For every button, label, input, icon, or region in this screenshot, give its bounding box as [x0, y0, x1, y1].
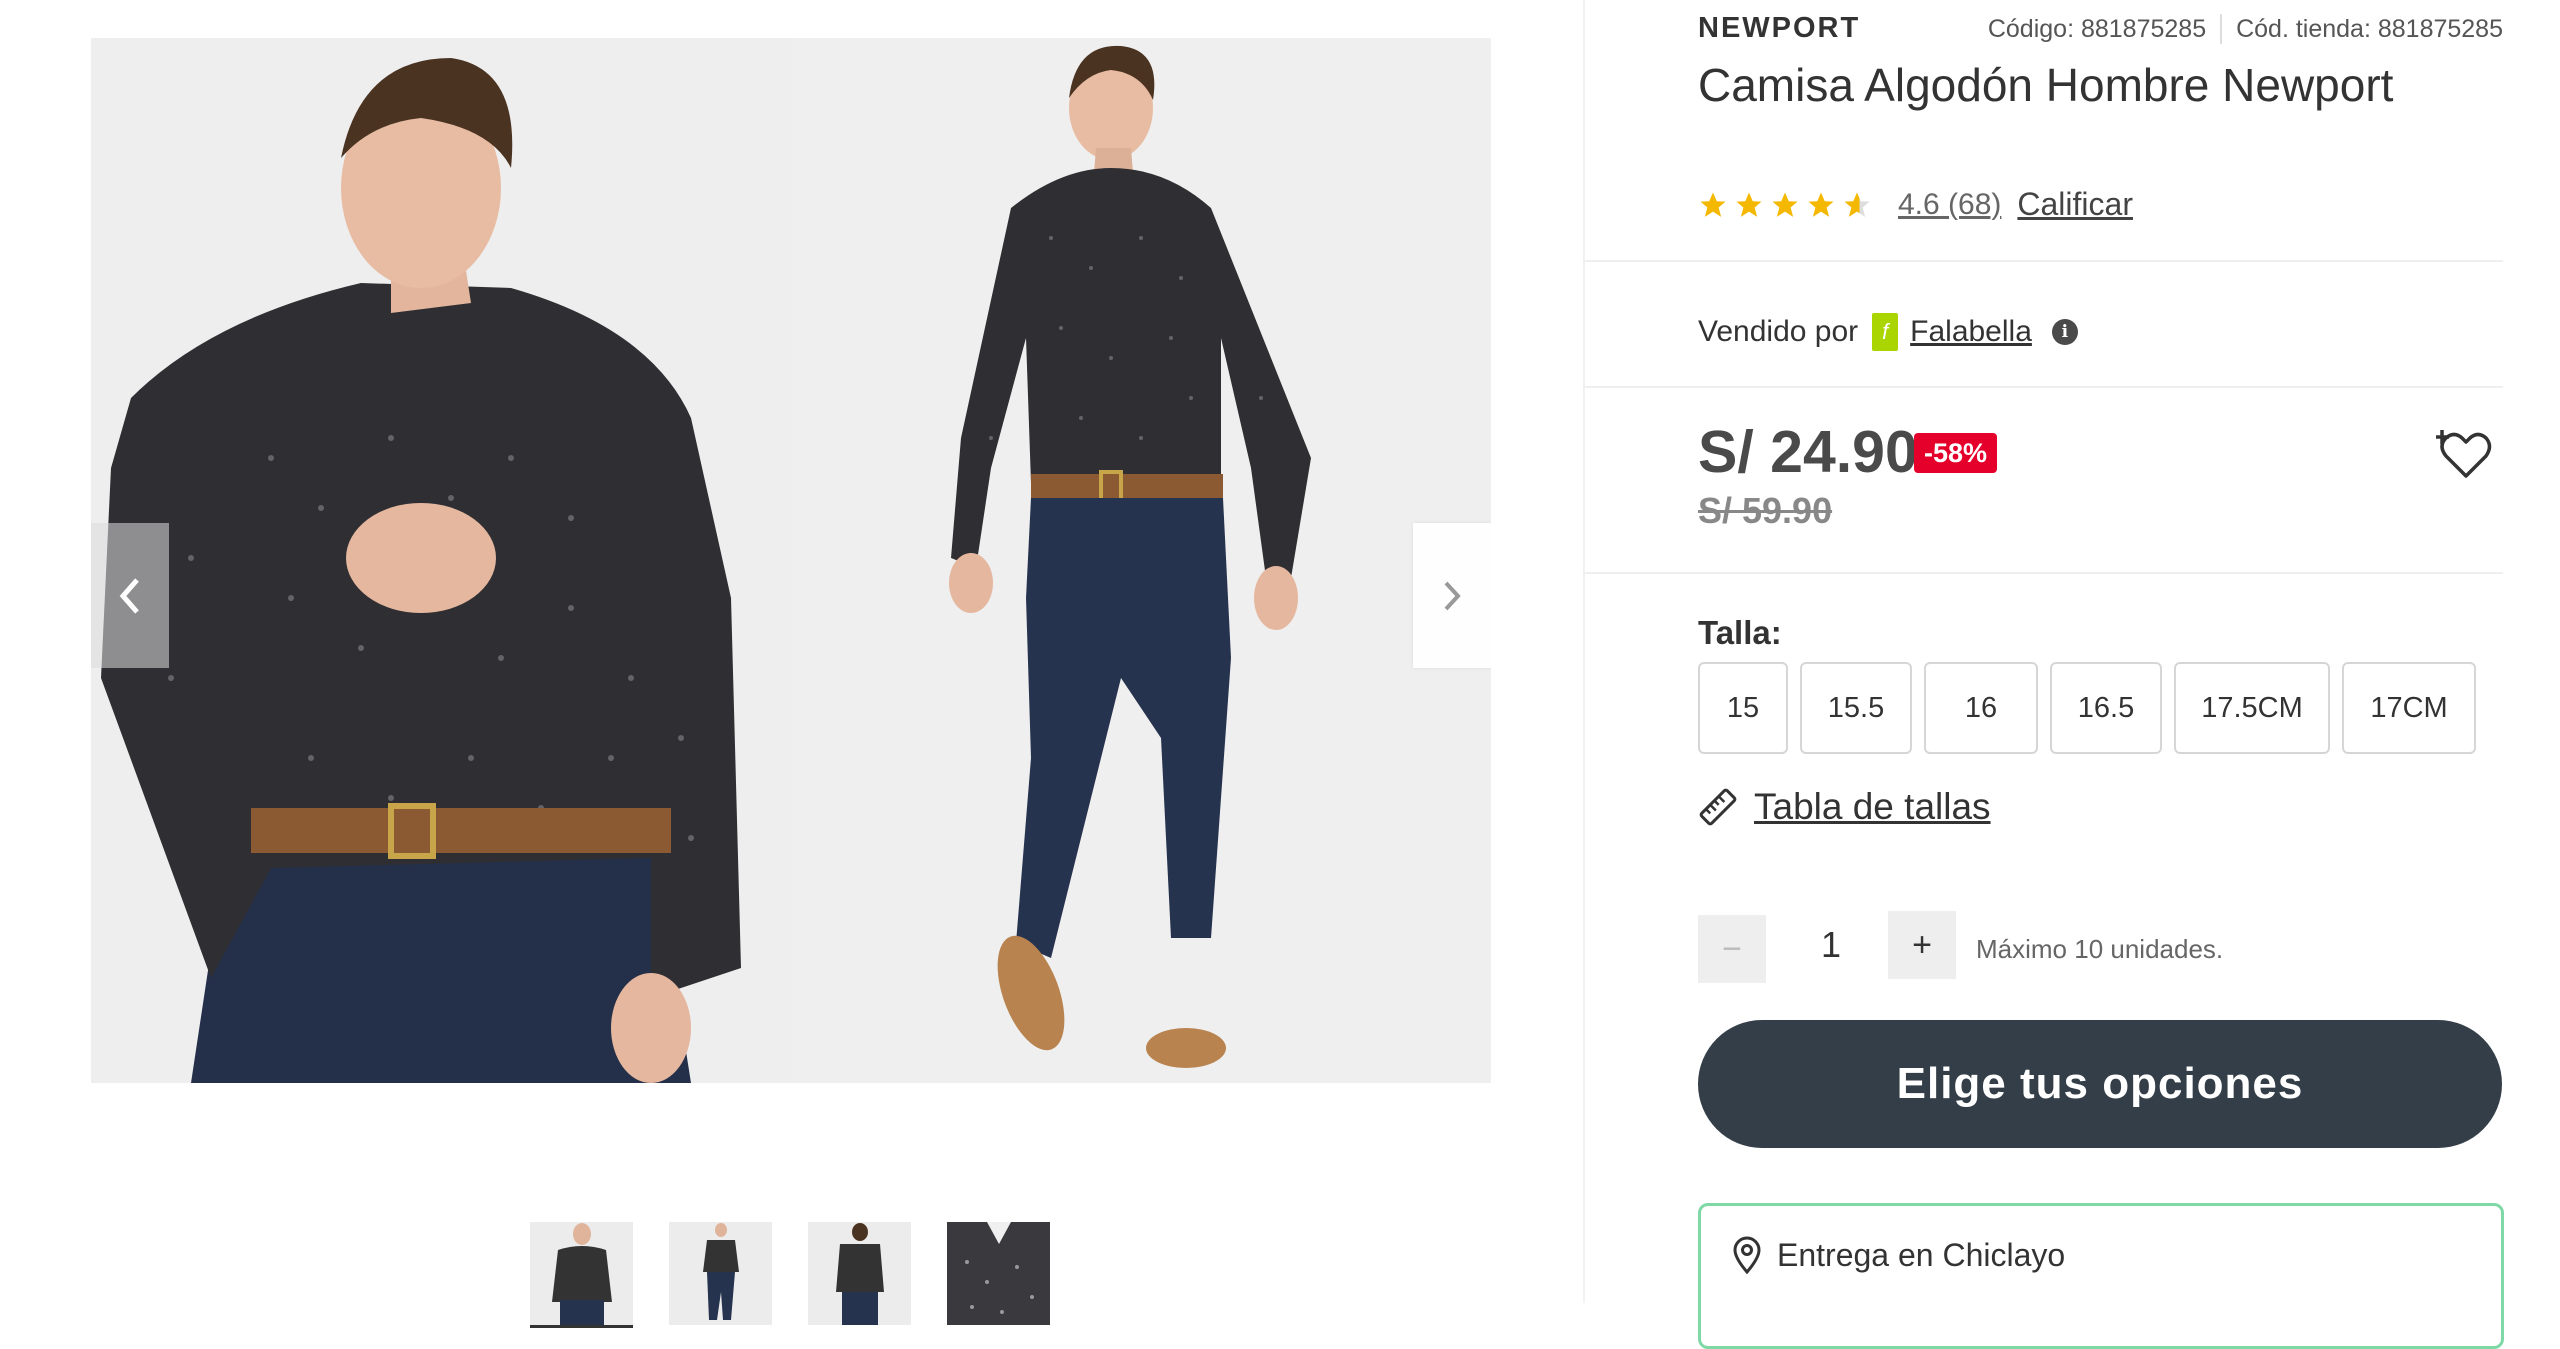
- section-divider: [1583, 572, 2503, 574]
- chevron-right-icon: [1444, 581, 1461, 610]
- brand-name[interactable]: NEWPORT: [1698, 12, 1860, 45]
- product-title: Camisa Algodón Hombre Newport: [1698, 59, 2394, 111]
- product-code: Código: 881875285: [1987, 14, 2207, 43]
- size-options: 15 15.5 16 16.5 17.5CM 17CM: [1698, 662, 2476, 754]
- thumbnail-3[interactable]: [808, 1222, 911, 1325]
- location-pin-icon: [1733, 1236, 1761, 1274]
- section-divider: [1583, 386, 2503, 388]
- product-rating: 4.6 (68) Calificar: [1698, 186, 2133, 223]
- thumbnail-4[interactable]: [947, 1222, 1050, 1325]
- thumbnail-strip: [530, 1222, 1050, 1328]
- star-icon: [1736, 192, 1762, 217]
- size-label: Talla:: [1698, 614, 1782, 651]
- star-icon: [1700, 192, 1726, 217]
- product-photo-closeup: [91, 38, 791, 1083]
- gallery-next-button[interactable]: [1413, 523, 1491, 668]
- quantity-value[interactable]: 1: [1806, 924, 1856, 966]
- seller-name-link[interactable]: Falabella: [1910, 315, 2032, 349]
- size-option[interactable]: 15: [1698, 662, 1788, 754]
- size-option[interactable]: 15.5: [1800, 662, 1912, 754]
- delivery-box: Entrega en Chiclayo: [1698, 1203, 2504, 1349]
- size-option[interactable]: 17CM: [2342, 662, 2476, 754]
- original-price: S/ 59.90: [1698, 490, 1833, 531]
- choose-options-button[interactable]: Elige tus opciones: [1698, 1020, 2502, 1148]
- quantity-increase-button[interactable]: +: [1888, 911, 1956, 979]
- delivery-location-label: Entrega en Chiclayo: [1777, 1236, 2066, 1273]
- discount-badge: -58%: [1914, 433, 1998, 473]
- panel-divider: [1583, 0, 1585, 1303]
- size-option[interactable]: 16.5: [2050, 662, 2162, 754]
- quantity-max-note: Máximo 10 unidades.: [1976, 934, 2224, 964]
- add-to-wishlist-button[interactable]: [2435, 428, 2492, 485]
- rating-reviews-link[interactable]: 4.6 (68): [1898, 188, 2001, 222]
- size-chart-link[interactable]: Tabla de tallas: [1698, 786, 1991, 828]
- star-icon: [1772, 192, 1798, 217]
- section-divider: [1583, 260, 2503, 262]
- falabella-logo-icon: f: [1872, 313, 1899, 351]
- ruler-icon: [1699, 788, 1737, 826]
- heart-plus-icon: [2435, 430, 2492, 478]
- info-icon[interactable]: i: [2051, 319, 2078, 345]
- thumbnail-1[interactable]: [530, 1222, 633, 1328]
- seller-info: Vendido por f Falabella i: [1698, 313, 2078, 351]
- product-image-gallery[interactable]: [91, 38, 1491, 1083]
- rating-stars: [1698, 190, 1872, 220]
- star-icon: [1808, 192, 1834, 217]
- product-codes: Código: 881875285 Cód. tienda: 881875285: [1988, 14, 2503, 44]
- rate-product-link[interactable]: Calificar: [2017, 186, 2133, 223]
- store-code: Cód. tienda: 881875285: [2236, 14, 2503, 43]
- current-price: S/ 24.90: [1698, 419, 1918, 485]
- quantity-decrease-button[interactable]: −: [1698, 915, 1766, 983]
- star-half-icon: [1844, 192, 1870, 217]
- size-option[interactable]: 16: [1924, 662, 2038, 754]
- chevron-left-icon: [119, 577, 139, 614]
- codes-separator: [2220, 14, 2223, 44]
- gallery-prev-button[interactable]: [91, 523, 169, 668]
- product-photo-full-body: [791, 38, 1491, 1083]
- thumbnail-2[interactable]: [669, 1222, 772, 1325]
- delivery-location[interactable]: Entrega en Chiclayo: [1731, 1236, 2065, 1274]
- sold-by-label: Vendido por: [1698, 315, 1859, 348]
- size-chart-label: Tabla de tallas: [1754, 786, 1991, 827]
- size-option[interactable]: 17.5CM: [2174, 662, 2330, 754]
